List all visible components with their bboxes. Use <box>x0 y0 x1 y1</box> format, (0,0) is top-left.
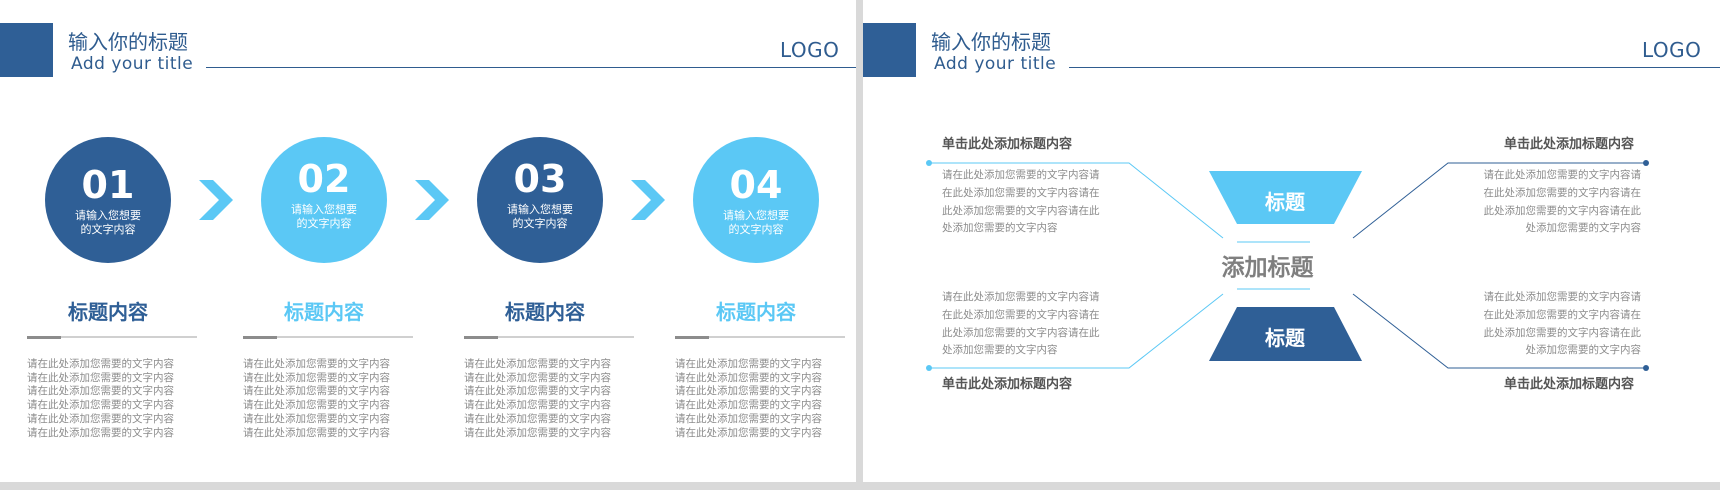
page-title: 输入你的标题 <box>68 30 188 54</box>
column-divider <box>27 335 197 339</box>
column-title: 标题内容 <box>505 300 585 324</box>
column-body-text: 请在此处添加您需要的文字内容 请在此处添加您需要的文字内容 请在此处添加您需要的… <box>464 358 611 439</box>
step-text: 请输入您想要 的文字内容 <box>507 203 573 230</box>
column-divider <box>464 335 634 339</box>
connector-dot <box>1643 160 1649 166</box>
slide-hourglass-diagram: 输入你的标题 Add your title LOGO 标题 标题 添加标题 单击… <box>863 0 1720 482</box>
header-divider <box>206 67 856 68</box>
connector-dot <box>926 365 932 371</box>
right-bottom-heading: 单击此处添加标题内容 <box>1504 377 1635 392</box>
column-title: 标题内容 <box>716 300 796 324</box>
step-text: 请输入您想要 的文字内容 <box>723 209 789 236</box>
column-title: 标题内容 <box>284 300 364 324</box>
step-circle-02: 02 请输入您想要 的文字内容 <box>261 137 387 263</box>
left-top-body: 请在此处添加您需要的文字内容请 在此处添加您需要的文字内容请在 此处添加您需要的… <box>942 169 1100 235</box>
step-circle-01: 01 请输入您想要 的文字内容 <box>45 137 171 263</box>
column-divider <box>675 335 845 339</box>
page-subtitle: Add your title <box>71 54 194 74</box>
column-body-text: 请在此处添加您需要的文字内容 请在此处添加您需要的文字内容 请在此处添加您需要的… <box>27 358 174 439</box>
step-number: 04 <box>729 163 783 207</box>
column-title: 标题内容 <box>68 300 148 324</box>
connector-dot <box>1643 365 1649 371</box>
step-circle-03: 03 请输入您想要 的文字内容 <box>477 137 603 263</box>
connector-dot <box>926 160 932 166</box>
column-divider <box>243 335 413 339</box>
step-number: 01 <box>81 163 135 207</box>
step-text: 请输入您想要 的文字内容 <box>75 209 141 236</box>
left-top-heading: 单击此处添加标题内容 <box>942 137 1073 152</box>
step-number: 02 <box>297 157 351 201</box>
chevron-right-icon <box>415 180 449 220</box>
step-text: 请输入您想要 的文字内容 <box>291 203 357 230</box>
column-body-text: 请在此处添加您需要的文字内容 请在此处添加您需要的文字内容 请在此处添加您需要的… <box>243 358 390 439</box>
chevron-right-icon <box>199 180 233 220</box>
left-bottom-heading: 单击此处添加标题内容 <box>942 377 1073 392</box>
center-title: 添加标题 <box>1221 255 1314 281</box>
chevron-right-icon <box>631 180 665 220</box>
column-body-text: 请在此处添加您需要的文字内容 请在此处添加您需要的文字内容 请在此处添加您需要的… <box>675 358 822 439</box>
left-bottom-body: 请在此处添加您需要的文字内容请 在此处添加您需要的文字内容请在 此处添加您需要的… <box>942 291 1100 357</box>
logo: LOGO <box>780 38 840 62</box>
top-trapezoid-label: 标题 <box>1265 190 1305 214</box>
hourglass-diagram <box>926 160 1649 371</box>
step-number: 03 <box>513 157 567 201</box>
step-circle-04: 04 请输入您想要 的文字内容 <box>693 137 819 263</box>
bottom-trapezoid-label: 标题 <box>1265 326 1305 350</box>
right-bottom-body: 请在此处添加您需要的文字内容请 在此处添加您需要的文字内容请在 此处添加您需要的… <box>1483 291 1642 357</box>
slide-process-steps: 输入你的标题 Add your title LOGO 01 请输入您想要 的文字内… <box>0 0 856 482</box>
right-top-heading: 单击此处添加标题内容 <box>1504 137 1635 152</box>
right-top-body: 请在此处添加您需要的文字内容请 在此处添加您需要的文字内容请在 此处添加您需要的… <box>1483 169 1642 235</box>
header-accent-block <box>0 23 53 77</box>
